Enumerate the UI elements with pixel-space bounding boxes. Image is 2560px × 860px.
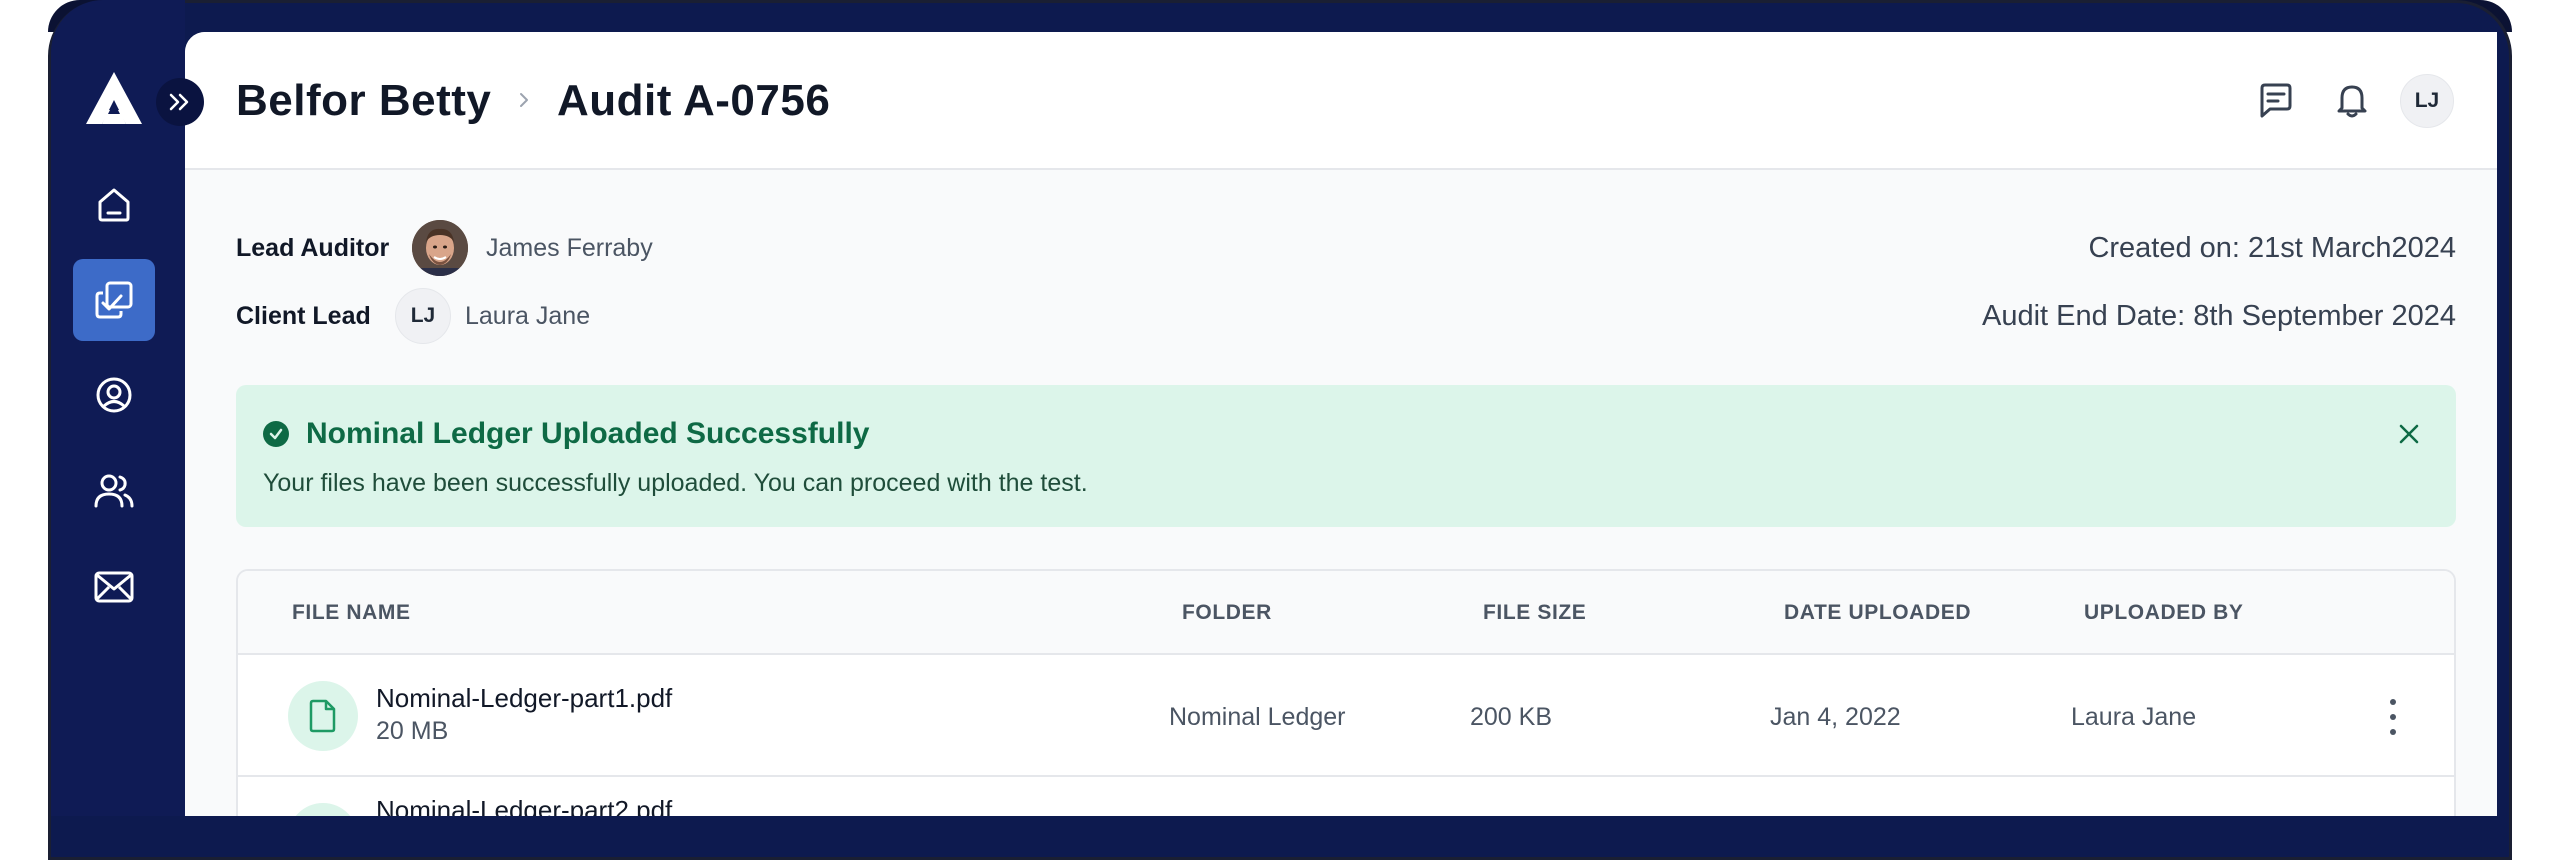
user-circle-icon [96,377,132,413]
file-name[interactable]: Nominal-Ledger-part1.pdf [376,683,672,714]
alert-message: Your files have been successfully upload… [263,469,1088,497]
sidebar-expand-button[interactable] [156,78,204,126]
file-size-sub: 20 MB [376,717,449,745]
main-content: Belfor Betty Audit A-0756 LJ Lead Audito… [185,32,2497,816]
breadcrumb-client[interactable]: Belfor Betty [236,76,491,126]
client-lead-avatar: LJ [395,288,451,344]
column-header-file-name[interactable]: FILE NAME [292,601,411,625]
cell-folder: Nominal Ledger [1169,703,1346,731]
user-avatar[interactable]: LJ [2400,74,2454,128]
cell-file-size: 200 KB [1470,703,1553,731]
chevrons-right-icon [169,93,189,111]
column-header-folder[interactable]: FOLDER [1182,601,1272,625]
app-logo[interactable] [86,72,142,124]
success-alert: Nominal Ledger Uploaded Successfully You… [236,385,2456,527]
cell-uploaded-by: Laura Jane [2071,703,2197,731]
alert-title: Nominal Ledger Uploaded Successfully [306,417,870,450]
file-icon [288,803,358,816]
sidebar-item-profile[interactable] [73,354,155,436]
files-table: FILE NAME FOLDER FILE SIZE DATE UPLOADED… [236,569,2456,816]
page-header: Belfor Betty Audit A-0756 LJ [185,32,2497,170]
lead-auditor-avatar [412,220,468,276]
column-header-uploaded-by[interactable]: UPLOADED BY [2084,601,2243,625]
notifications-button[interactable] [2330,78,2374,122]
sidebar-item-home[interactable] [73,164,155,246]
file-name[interactable]: Nominal-Ledger-part2.pdf [376,795,672,816]
more-vertical-icon [2390,699,2396,705]
file-icon [288,681,358,751]
page-title: Audit A-0756 [557,76,831,125]
client-lead-label: Client Lead [236,302,371,330]
close-icon [2399,424,2419,444]
lead-auditor-label: Lead Auditor [236,234,390,262]
users-icon [94,474,134,508]
chat-button[interactable] [2254,78,2298,122]
client-lead-name: Laura Jane [465,302,591,330]
alert-close-button[interactable] [2392,417,2426,451]
table-header: FILE NAME FOLDER FILE SIZE DATE UPLOADED… [238,571,2454,655]
table-row[interactable]: Nominal-Ledger-part1.pdf 20 MB Nominal L… [238,655,2454,777]
check-circle-icon [263,421,289,447]
table-row[interactable]: Nominal-Ledger-part2.pdf [238,777,2454,816]
row-menu-button[interactable] [2386,699,2400,735]
created-on-text: Created on: 21st March2024 [2088,232,2456,264]
sidebar-item-audits[interactable] [73,259,155,341]
column-header-file-size[interactable]: FILE SIZE [1483,601,1586,625]
column-header-date-uploaded[interactable]: DATE UPLOADED [1784,601,1971,625]
lead-auditor-name: James Ferraby [486,234,653,262]
mail-icon [94,571,134,603]
sidebar-item-messages[interactable] [73,546,155,628]
bell-icon [2337,85,2367,118]
home-icon [98,188,130,222]
message-square-icon [2260,83,2292,118]
sidebar-item-users[interactable] [73,450,155,532]
copy-check-icon [95,281,133,319]
audit-end-date-text: Audit End Date: 8th September 2024 [1982,300,2456,332]
chevron-right-icon [520,93,528,107]
cell-date-uploaded: Jan 4, 2022 [1770,703,1901,731]
